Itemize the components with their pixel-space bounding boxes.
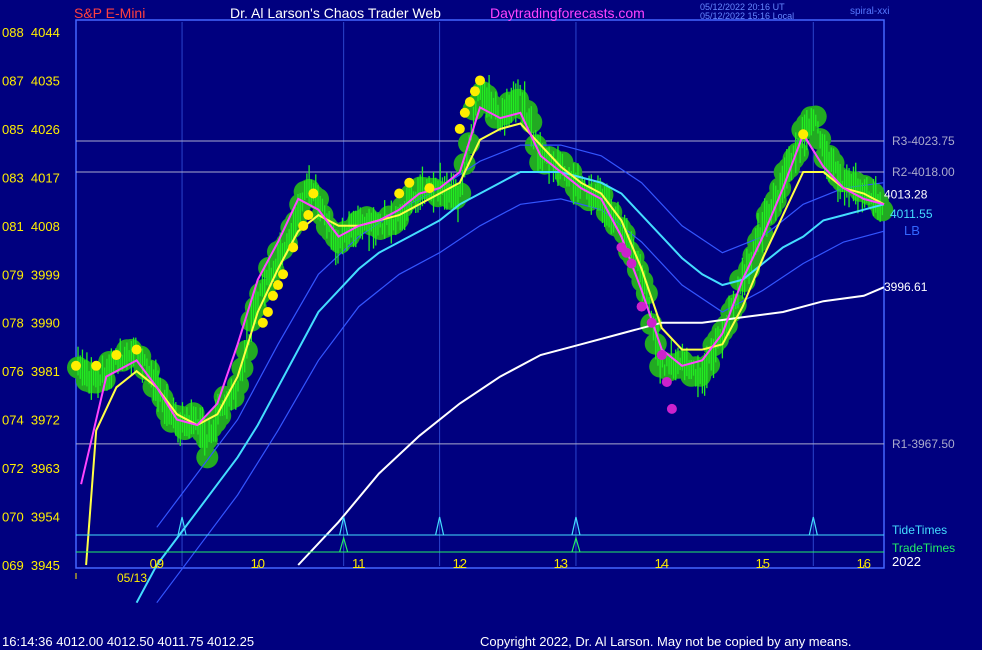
site-link[interactable]: Daytradingforecasts.com: [490, 5, 645, 21]
y-tick-label: 078 3990: [2, 316, 60, 331]
signal-dot-yellow: [257, 317, 268, 328]
signal-dot-yellow: [273, 280, 283, 291]
signal-dot-yellow: [131, 344, 142, 355]
signal-dot-yellow: [798, 129, 809, 140]
signal-dot-yellow: [71, 360, 81, 371]
y-tick-label: 069 3945: [2, 558, 60, 573]
signal-dot-yellow: [464, 96, 475, 107]
signal-dot-yellow: [454, 123, 465, 134]
signal-dot-yellow: [298, 220, 309, 231]
signal-dot-yellow: [404, 177, 415, 188]
signal-dot-magenta: [621, 247, 632, 258]
y-tick-label: 079 3999: [2, 267, 60, 282]
signal-dot-yellow: [111, 350, 122, 361]
x-tick-label: 16: [857, 556, 871, 571]
x-tick-label: 13: [554, 556, 568, 571]
symbol-title: S&P E-Mini: [74, 5, 146, 21]
y-tick-label: 083 4017: [2, 170, 60, 185]
y-tick-label: 081 4008: [2, 219, 60, 234]
x-tick-label: 10: [251, 556, 265, 571]
end-label: 3996.61: [884, 280, 928, 294]
y-tick-label: 072 3963: [2, 461, 60, 476]
trade-times-label: TradeTimes: [892, 541, 955, 555]
signal-dot-yellow: [267, 290, 278, 301]
y-tick-label: 074 3972: [2, 413, 60, 428]
y-tick-label: 087 4035: [2, 73, 60, 88]
signal-dot-yellow: [91, 360, 102, 371]
signal-dot-magenta: [661, 376, 672, 387]
signal-dot-yellow: [303, 210, 314, 221]
lb-label: LB: [904, 223, 920, 238]
signal-dot-yellow: [459, 107, 470, 118]
y-tick-label: 088 4044: [2, 25, 60, 40]
y-tick-label: 076 3981: [2, 364, 60, 379]
date-label: 05/13: [117, 571, 147, 585]
signal-dot-yellow: [469, 86, 480, 97]
y-tick-label: 070 3954: [2, 510, 60, 525]
level-label-r2: R2-4018.00: [892, 165, 955, 179]
spiral-tag: spiral-xxi: [850, 6, 890, 17]
end-label: 4011.55: [890, 207, 933, 221]
year-label: 2022: [892, 554, 921, 569]
signal-dot-magenta: [646, 317, 657, 328]
end-label: 4013.28: [884, 188, 928, 202]
signal-dot-magenta: [656, 350, 667, 361]
signal-dot-magenta: [626, 258, 637, 269]
signal-dot-yellow: [394, 188, 405, 199]
timestamp-local: 05/12/2022 15:16 Local: [700, 11, 795, 21]
level-label-r3: R3-4023.75: [892, 134, 955, 148]
x-tick-label: 15: [756, 556, 770, 571]
x-tick-label: 12: [453, 556, 467, 571]
level-label-r1: R1-3967.50: [892, 437, 955, 451]
tide-times-label: TideTimes: [892, 523, 947, 537]
signal-dot-yellow: [262, 306, 273, 317]
copyright-notice: Copyright 2022, Dr. Al Larson. May not b…: [480, 634, 852, 649]
signal-dot-magenta: [636, 301, 647, 312]
signal-dot-yellow: [288, 242, 299, 253]
signal-dot-magenta: [666, 403, 677, 414]
price-chart: R3-4023.75 R2-4018.00 R1-3967.50 TideTimes T…: [0, 0, 982, 650]
x-tick-label: 14: [655, 556, 669, 571]
signal-dot-yellow: [475, 75, 485, 86]
x-tick-label: 11: [352, 556, 366, 571]
y-tick-label: 085 4026: [2, 122, 60, 137]
author-title: Dr. Al Larson's Chaos Trader Web: [230, 5, 441, 21]
signal-dot-yellow: [278, 269, 289, 280]
signal-dot-yellow: [308, 188, 319, 199]
last-quote: 16:14:36 4012.00 4012.50 4011.75 4012.25: [2, 634, 255, 649]
signal-dot-yellow: [424, 183, 435, 194]
x-tick-label: 09: [150, 556, 164, 571]
